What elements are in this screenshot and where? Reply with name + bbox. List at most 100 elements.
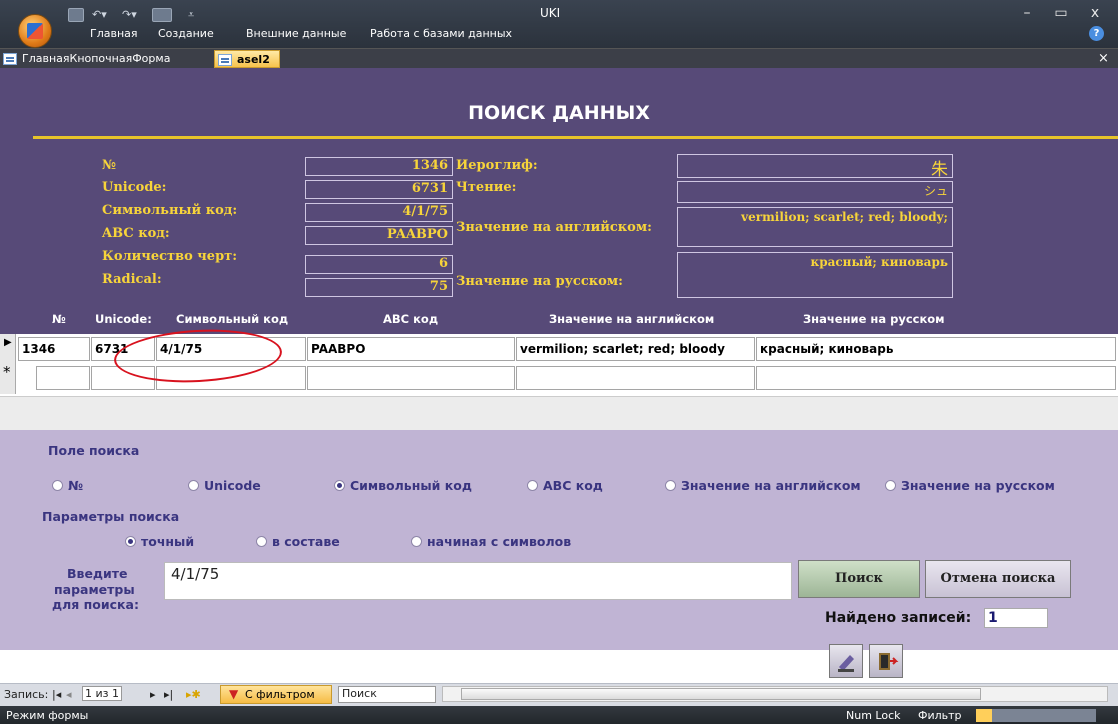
radio-label: Символьный код <box>350 478 472 493</box>
col-header-num: № <box>52 312 66 326</box>
new-record-icon: * <box>3 363 11 381</box>
save-icon[interactable] <box>68 8 84 22</box>
view-buttons[interactable] <box>976 709 1096 722</box>
record-label: Запись: <box>4 688 49 701</box>
radio-label: начиная с символов <box>427 534 572 549</box>
status-bar: Режим формы Num Lock Фильтр <box>0 706 1118 724</box>
filter-toggle[interactable]: ▼ С фильтром <box>220 685 332 704</box>
table-cell[interactable]: 1346 <box>18 337 90 361</box>
form-icon <box>218 54 232 66</box>
help-icon[interactable]: ? <box>1089 26 1104 41</box>
col-header-symcode: Символьный код <box>176 312 289 326</box>
close-document-button[interactable]: × <box>1098 51 1109 66</box>
label-reading: Чтение: <box>456 180 517 195</box>
found-records-label: Найдено записей: <box>825 610 972 626</box>
new-row-cell[interactable] <box>36 366 90 390</box>
new-record-nav-icon[interactable]: ▸✱ <box>186 688 202 701</box>
next-record-icon[interactable]: ▸ <box>150 688 162 701</box>
window-title: UKI <box>540 6 561 20</box>
tab-external-data[interactable]: Внешние данные <box>246 27 346 40</box>
field-unicode[interactable]: 6731 <box>305 180 453 199</box>
radio-param-exact[interactable]: точный <box>125 534 194 549</box>
divider <box>33 136 1118 139</box>
filter-label: С фильтром <box>245 688 315 701</box>
status-numlock: Num Lock <box>846 709 901 722</box>
radio-param-contains[interactable]: в составе <box>256 534 340 549</box>
tab-home[interactable]: Главная <box>90 27 138 40</box>
radio-field-abc[interactable]: ABC код <box>527 478 603 493</box>
field-symcode[interactable]: 4/1/75 <box>305 203 453 222</box>
field-abc[interactable]: PAABPO <box>305 226 453 245</box>
minimize-button[interactable]: – <box>1012 4 1042 22</box>
label-radical: Radical: <box>102 272 162 287</box>
radio-icon <box>411 536 422 547</box>
edit-icon <box>838 655 854 672</box>
radio-label: Значение на русском <box>901 478 1055 493</box>
last-record-icon[interactable]: ▸| <box>164 688 182 701</box>
search-input[interactable]: 4/1/75 <box>164 562 792 600</box>
new-row-cell[interactable] <box>756 366 1116 390</box>
field-reading[interactable]: シュ <box>677 181 953 203</box>
label-symcode: Символьный код: <box>102 203 238 218</box>
page-title: ПОИСК ДАННЫХ <box>468 102 650 124</box>
edit-record-button[interactable] <box>829 644 863 678</box>
field-num[interactable]: 1346 <box>305 157 453 176</box>
radio-param-starts-with[interactable]: начиная с символов <box>411 534 571 549</box>
maximize-button[interactable]: ▭ <box>1046 4 1076 22</box>
new-row-cell[interactable] <box>516 366 755 390</box>
field-meaning-en[interactable]: vermilion; scarlet; red; bloody; <box>677 207 953 247</box>
filter-funnel-icon: ▼ <box>229 687 239 701</box>
undo-icon[interactable]: ↶▾ <box>92 8 120 22</box>
search-button[interactable]: Поиск <box>798 560 920 598</box>
exit-form-button[interactable] <box>869 644 903 678</box>
table-cell[interactable]: PAABPO <box>307 337 515 361</box>
col-header-meaning-ru: Значение на русском <box>803 312 945 326</box>
table-cell[interactable]: красный; киноварь <box>756 337 1116 361</box>
datasheet-blank-area <box>0 396 1118 430</box>
radio-label: Значение на английском <box>681 478 861 493</box>
label-meaning-en: Значение на английском: <box>456 220 652 235</box>
close-window-button[interactable]: x <box>1080 4 1110 22</box>
radio-field-symcode[interactable]: Символьный код <box>334 478 472 493</box>
radio-field-num[interactable]: № <box>52 478 83 493</box>
field-meaning-ru[interactable]: красный; киноварь <box>677 252 953 298</box>
label-meaning-ru: Значение на русском: <box>456 274 623 289</box>
cancel-search-button[interactable]: Отмена поиска <box>925 560 1071 598</box>
found-records-count: 1 <box>984 608 1048 628</box>
radio-field-meaning-ru[interactable]: Значение на русском <box>885 478 1055 493</box>
prev-record-icon[interactable]: ◂ <box>66 688 78 701</box>
radio-icon <box>52 480 63 491</box>
field-strokes[interactable]: 6 <box>305 255 453 274</box>
exit-door-icon <box>879 653 899 670</box>
input-label-line3: для поиска: <box>52 597 139 612</box>
radio-field-meaning-en[interactable]: Значение на английском <box>665 478 861 493</box>
office-button[interactable] <box>18 14 52 48</box>
label-num: № <box>102 158 117 173</box>
filter-qat-icon[interactable] <box>152 8 172 22</box>
label-hieroglyph: Иероглиф: <box>456 158 538 173</box>
radio-label: точный <box>141 534 195 549</box>
table-cell[interactable]: vermilion; scarlet; red; bloody <box>516 337 755 361</box>
tab-main-switchboard[interactable]: ГлавнаяКнопочнаяФорма <box>0 50 210 68</box>
radio-icon <box>256 536 267 547</box>
input-label-line2: параметры <box>54 582 135 597</box>
tab-asel2[interactable]: asel2 <box>214 50 280 68</box>
radio-field-unicode[interactable]: Unicode <box>188 478 261 493</box>
scrollbar-thumb[interactable] <box>461 688 981 700</box>
tab-database-tools[interactable]: Работа с базами данных <box>370 27 512 40</box>
input-label-line1: Введите <box>67 566 128 581</box>
nav-search-input[interactable]: Поиск <box>338 686 436 703</box>
col-header-abc: ABC код <box>383 312 439 326</box>
radio-icon <box>885 480 896 491</box>
search-field-group-label: Поле поиска <box>48 443 140 458</box>
radio-icon <box>188 480 199 491</box>
tab-label: asel2 <box>237 53 270 66</box>
tab-create[interactable]: Создание <box>158 27 214 40</box>
redo-icon[interactable]: ↷▾ <box>122 8 150 22</box>
field-hieroglyph[interactable]: 朱 <box>677 154 953 180</box>
field-radical[interactable]: 75 <box>305 278 453 297</box>
horizontal-scrollbar[interactable] <box>442 686 1108 702</box>
new-row-cell[interactable] <box>307 366 515 390</box>
qat-customize-icon[interactable]: ⩡ <box>188 8 200 22</box>
record-position-input[interactable]: 1 из 1 <box>82 686 122 701</box>
